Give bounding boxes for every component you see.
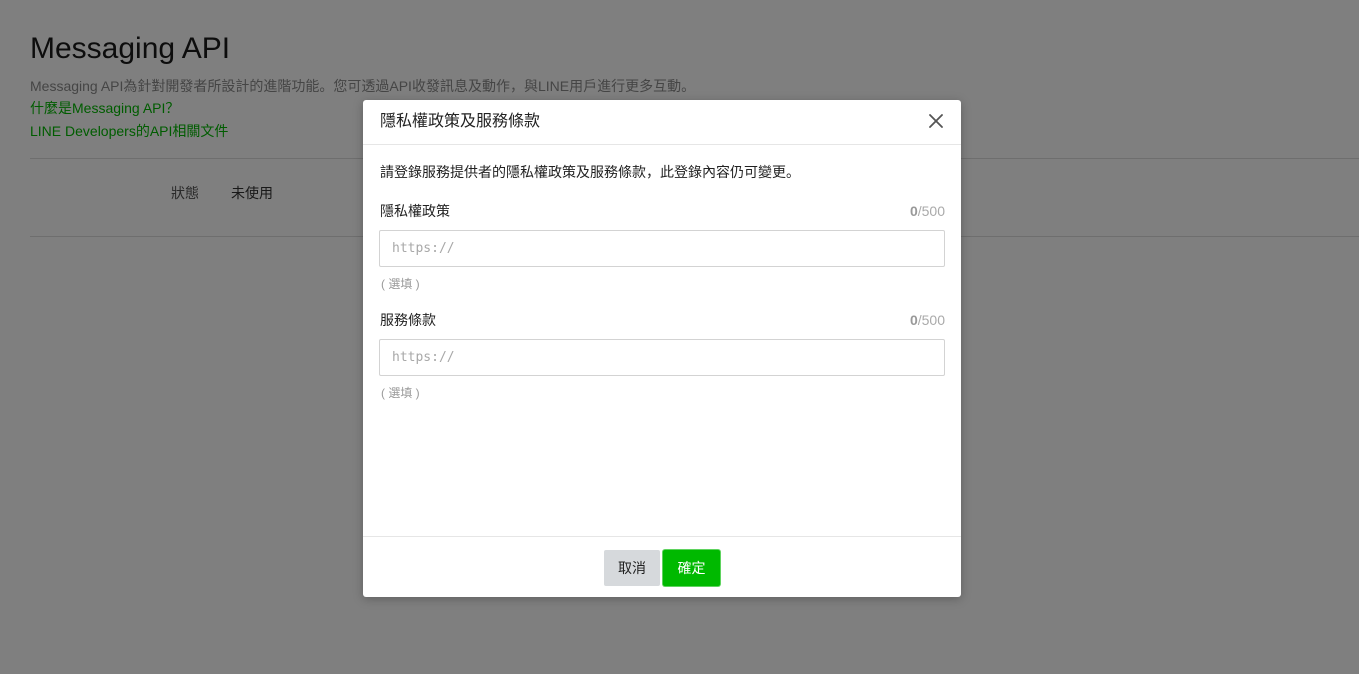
char-count: 0: [909, 203, 918, 219]
terms-of-service-optional-hint: ( 選填 ): [381, 386, 420, 400]
modal-header: 隱私權政策及服務條款: [363, 100, 961, 145]
char-max: /500: [917, 203, 945, 219]
close-button[interactable]: [925, 110, 947, 132]
char-count: 0: [909, 312, 918, 328]
terms-of-service-url-input[interactable]: [379, 339, 945, 376]
confirm-button[interactable]: 確定: [663, 550, 720, 586]
privacy-policy-counter: 0/500: [910, 202, 945, 220]
privacy-policy-optional-hint: ( 選填 ): [381, 277, 420, 291]
privacy-policy-label: 隱私權政策: [380, 203, 450, 219]
modal-footer: 取消 確定: [363, 536, 961, 598]
modal-intro-text: 請登錄服務提供者的隱私權政策及服務條款，此登錄內容仍可變更。: [380, 164, 800, 180]
cancel-button[interactable]: 取消: [604, 550, 660, 586]
char-max: /500: [917, 312, 945, 328]
terms-of-service-counter: 0/500: [910, 311, 945, 329]
privacy-terms-modal: 隱私權政策及服務條款 請登錄服務提供者的隱私權政策及服務條款，此登錄內容仍可變更…: [363, 100, 961, 597]
close-icon: [929, 114, 943, 128]
modal-title: 隱私權政策及服務條款: [380, 113, 541, 130]
terms-of-service-label: 服務條款: [380, 312, 436, 328]
privacy-policy-url-input[interactable]: [379, 230, 945, 267]
